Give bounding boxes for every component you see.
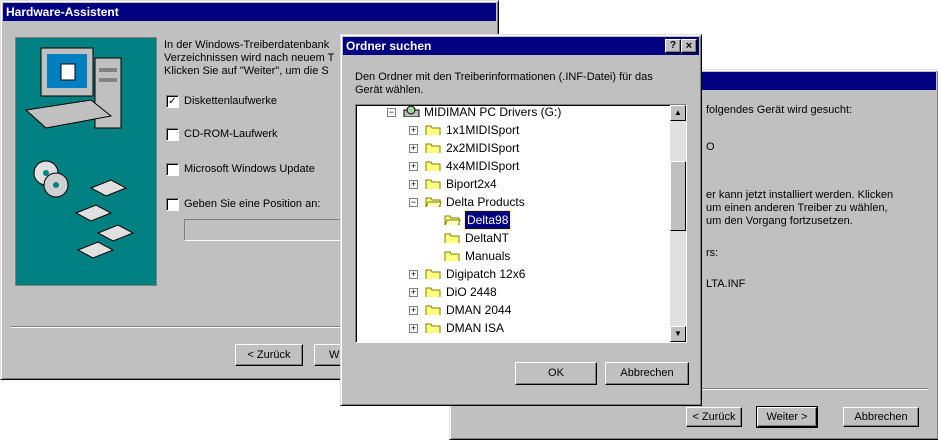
tree-item-label: DMAN 2044 — [446, 303, 512, 317]
scroll-up-icon[interactable]: ▲ — [670, 105, 686, 121]
tree-item-label: Manuals — [465, 249, 511, 263]
expand-icon[interactable]: + — [409, 306, 418, 315]
tree-item-label: Biport2x4 — [446, 177, 497, 191]
hw-intro-line-1: In der Windows-Treiberdatenbank — [164, 39, 330, 51]
tree-item[interactable]: DeltaNT — [356, 229, 666, 247]
hardware-wizard-titlebar: Hardware-Assistent — [3, 3, 496, 21]
tree-item-label: Delta98 — [463, 210, 512, 230]
folder-icon — [425, 143, 441, 153]
help-button[interactable]: ? — [665, 39, 681, 53]
location-checkbox-label: Geben Sie eine Position an: — [184, 198, 321, 210]
tree-item[interactable]: − MIDIMAN PC Drivers (G:) — [356, 105, 666, 121]
collapse-icon[interactable]: − — [409, 198, 418, 207]
scroll-thumb[interactable] — [670, 161, 686, 231]
cd-drive-icon — [403, 105, 420, 117]
location-checkbox[interactable] — [166, 198, 179, 211]
tree-item[interactable]: + Digipatch 12x6 — [356, 265, 666, 283]
folder-icon — [425, 323, 441, 333]
tree-item-label: 1x1MIDISport — [446, 123, 520, 137]
folder-icon — [444, 233, 460, 243]
computer-illustration-icon — [24, 47, 135, 259]
ok-button[interactable]: OK — [515, 362, 597, 385]
expand-icon[interactable]: + — [409, 288, 418, 297]
folder-icon — [425, 305, 441, 315]
windows-update-checkbox-label: Microsoft Windows Update — [184, 163, 315, 175]
folder-icon — [425, 287, 441, 297]
folder-icon — [444, 251, 460, 261]
tree-item[interactable]: Manuals — [356, 247, 666, 265]
folder-icon — [425, 269, 441, 279]
folder-dialog-description: Den Ordner mit den Treiberinformationen … — [355, 71, 653, 96]
hw-intro-line-3: Klicken Sie auf "Weiter", um die S — [164, 65, 329, 77]
bg-line-3: er kann jetzt installiert werden. Klicke… — [706, 189, 894, 201]
bg-line-6: rs: — [706, 247, 719, 259]
bg-back-button[interactable]: < Zurück — [686, 407, 742, 427]
tree-item[interactable]: + DiO 2448 — [356, 283, 666, 301]
location-input[interactable] — [184, 219, 356, 241]
tree-item[interactable]: +4x4MIDISport — [356, 157, 666, 175]
close-button[interactable]: × — [681, 39, 697, 53]
tree-item[interactable]: +2x2MIDISport — [356, 139, 666, 157]
tree-item-label: 2x2MIDISport — [446, 141, 520, 155]
folder-open-icon — [425, 197, 442, 207]
tree-item-label: Delta Products — [446, 195, 525, 209]
cdrom-checkbox-label: CD-ROM-Laufwerk — [184, 128, 278, 140]
wizard-illustration — [15, 37, 157, 286]
bg-line-7: LTA.INF — [706, 278, 746, 290]
collapse-icon[interactable]: − — [387, 108, 396, 117]
expand-icon[interactable]: + — [409, 126, 418, 135]
scroll-down-icon[interactable]: ▼ — [670, 326, 686, 342]
tree-item-label: Digipatch 12x6 — [446, 267, 526, 281]
floppy-checkbox[interactable]: ✓ — [166, 95, 179, 108]
tree-item[interactable]: + Biport2x4 — [356, 175, 666, 193]
folder-icon — [425, 179, 441, 189]
tree-item[interactable]: Delta98 — [356, 210, 666, 230]
folder-icon — [425, 125, 441, 135]
bg-line-1: folgendes Gerät wird gesucht: — [706, 104, 853, 116]
tree-item-label: DMAN ISA — [446, 321, 505, 335]
tree-item[interactable]: − Delta Products — [356, 193, 666, 211]
bg-next-button[interactable]: Weiter > — [756, 406, 818, 428]
cdrom-checkbox[interactable] — [166, 128, 179, 141]
folder-browse-dialog: Ordner suchen ? × Den Ordner mit den Tre… — [340, 34, 702, 406]
tree-item-label: MIDIMAN PC Drivers (G:) — [424, 105, 562, 119]
bg-cancel-button[interactable]: Abbrechen — [843, 407, 919, 427]
expand-icon[interactable]: + — [409, 162, 418, 171]
bg-line-2: O — [706, 141, 715, 153]
tree-scrollbar[interactable]: ▲ ▼ — [670, 105, 686, 342]
folder-dialog-title: Ordner suchen — [346, 39, 432, 53]
tree-item-label: 4x4MIDISport — [446, 159, 520, 173]
cancel-button[interactable]: Abbrechen — [605, 362, 689, 385]
folder-dialog-titlebar: Ordner suchen — [343, 37, 699, 55]
tree-item-label: DiO 2448 — [446, 285, 497, 299]
bg-line-4: um einen anderen Treiber zu wählen, — [706, 202, 888, 214]
tree-item-label: DeltaNT — [465, 231, 510, 245]
bg-line-5: um den Vorgang fortzusetzen. — [706, 215, 853, 227]
floppy-checkbox-label: Diskettenlaufwerke — [184, 95, 277, 107]
expand-icon[interactable]: + — [409, 180, 418, 189]
folder-tree[interactable]: − MIDIMAN PC Drivers (G:) +1x1MIDISport +2x… — [355, 104, 687, 343]
expand-icon[interactable]: + — [409, 270, 418, 279]
folder-icon — [425, 161, 441, 171]
windows-update-checkbox[interactable] — [166, 163, 179, 176]
tree-item[interactable]: + DMAN ISA — [356, 319, 666, 337]
folder-open-icon — [444, 215, 461, 225]
hw-back-button[interactable]: < Zurück — [235, 344, 303, 366]
tree-item[interactable]: +1x1MIDISport — [356, 121, 666, 139]
hw-intro-line-2: Verzeichnissen wird nach neuem T — [164, 52, 335, 64]
expand-icon[interactable]: + — [409, 144, 418, 153]
expand-icon[interactable]: + — [409, 324, 418, 333]
tree-item[interactable]: + DMAN 2044 — [356, 301, 666, 319]
